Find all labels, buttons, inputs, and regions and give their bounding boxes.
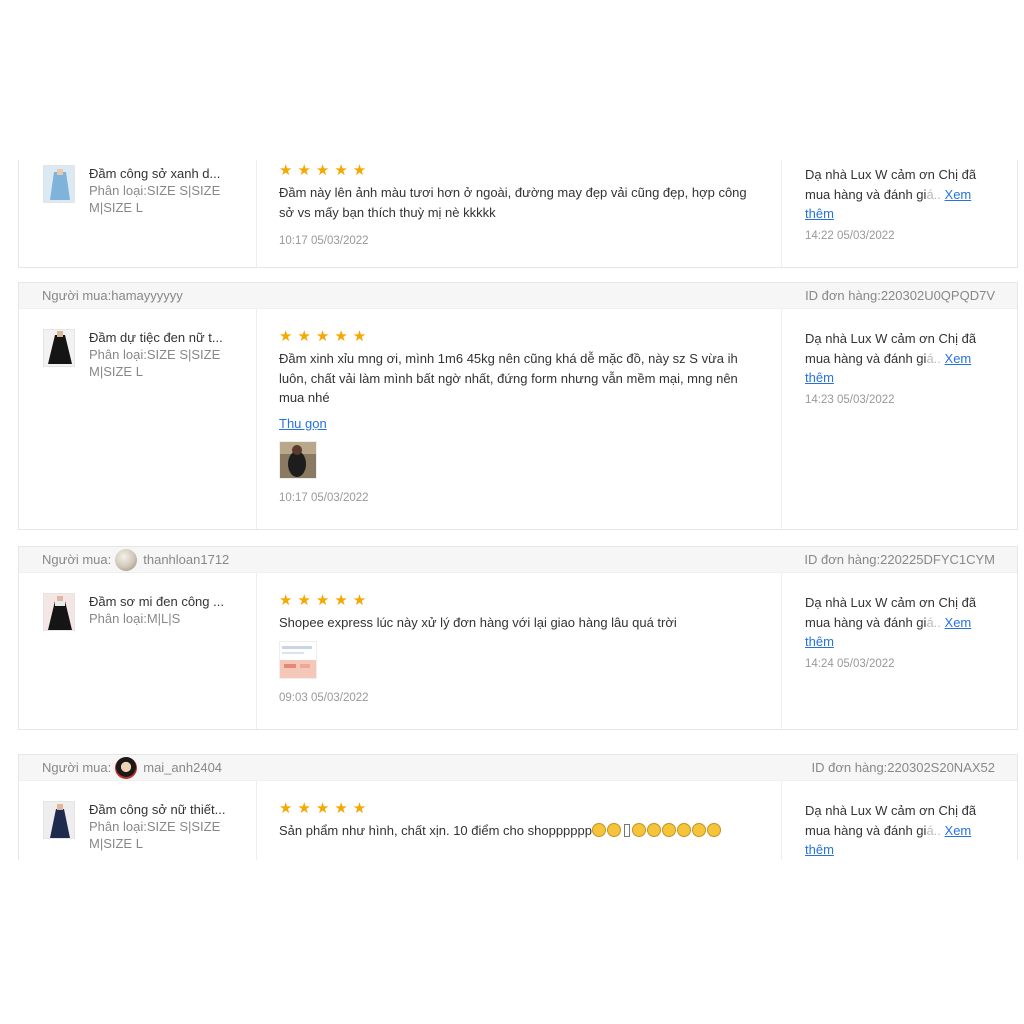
- buyer-label: Người mua:: [42, 760, 112, 775]
- reply-cell: Dạ nhà Lux W cảm ơn Chị đã mua hàng và đ…: [782, 160, 1017, 267]
- reply-cell: Dạ nhà Lux W cảm ơn Chị đã mua hàng và đ…: [782, 573, 1017, 729]
- product-name[interactable]: Đầm sơ mi đen công ...: [89, 593, 232, 610]
- product-thumbnail[interactable]: [43, 801, 75, 839]
- order-label: ID đơn hàng:: [805, 288, 881, 303]
- rating-stars: ★★★★★: [279, 800, 372, 817]
- reply-fade: á..: [926, 822, 941, 838]
- product-info: Đầm công sở nữ thiết... Phân loại:SIZE S…: [89, 801, 232, 852]
- emoji-icon: [691, 823, 706, 837]
- product-thumbnail[interactable]: [43, 329, 75, 367]
- emoji-icon: [646, 823, 661, 837]
- order-id-value[interactable]: 220225DFYC1CYM: [880, 552, 995, 567]
- review-text: Shopee express lúc này xử lý đơn hàng vớ…: [279, 615, 677, 630]
- rating-stars: ★★★★★: [279, 592, 372, 609]
- order-id: ID đơn hàng:220302S20NAX52: [812, 760, 995, 775]
- review-text-body: Sản phẩm như hình, chất xịn. 10 điểm cho…: [279, 823, 592, 838]
- product-variant: Phân loại:SIZE S|SIZE M|SIZE L: [89, 819, 221, 851]
- reply-time: 14:22 05/03/2022: [805, 229, 895, 242]
- buyer-name[interactable]: hamayyyyyy: [111, 288, 183, 303]
- review-cell: ★★★★★ Đầm xinh xỉu mng ơi, mình 1m6 45kg…: [257, 309, 782, 529]
- reply-text: Dạ nhà Lux W cảm ơn Chị đã mua hàng và đ…: [805, 593, 995, 652]
- product-name[interactable]: Đầm dự tiệc đen nữ t...: [89, 329, 232, 346]
- order-id: ID đơn hàng:220225DFYC1CYM: [804, 552, 995, 567]
- review-card: Người mua: thanhloan1712 ID đơn hàng:220…: [18, 546, 1018, 730]
- order-id: ID đơn hàng:220302U0QPQD7V: [805, 288, 995, 303]
- buyer-label: Người mua:: [42, 288, 112, 303]
- product-cell: Đầm công sở xanh d... Phân loại:SIZE S|S…: [19, 160, 257, 267]
- review-card: Người mua: hamayyyyyy ID đơn hàng:220302U…: [18, 282, 1018, 530]
- product-thumbnail[interactable]: [43, 165, 75, 203]
- review-body: Đầm sơ mi đen công ... Phân loại:M|L|S ★…: [19, 573, 1017, 729]
- product-name[interactable]: Đầm công sở nữ thiết...: [89, 801, 232, 818]
- product-thumbnail[interactable]: [43, 593, 75, 631]
- reply-text: Dạ nhà Lux W cảm ơn Chị đã mua hàng và đ…: [805, 801, 995, 860]
- reply-fade: á..: [926, 614, 941, 630]
- missing-glyph-icon: [623, 824, 630, 837]
- emoji-icon: [631, 823, 646, 837]
- review-header: Người mua: hamayyyyyy ID đơn hàng:220302U…: [19, 283, 1017, 309]
- product-info: Đầm công sở xanh d... Phân loại:SIZE S|S…: [89, 165, 232, 216]
- emoji-icon: [661, 823, 676, 837]
- review-cell: ★★★★★ Sản phẩm như hình, chất xịn. 10 đi…: [257, 781, 782, 860]
- buyer-avatar[interactable]: [115, 548, 138, 571]
- reply-time: 14:24 05/03/2022: [805, 657, 895, 670]
- order-label: ID đơn hàng:: [804, 552, 881, 567]
- review-text: Đầm này lên ảnh màu tươi hơn ở ngoài, đư…: [279, 185, 747, 220]
- reply-time: 14:23 05/03/2022: [805, 393, 895, 406]
- buyer: Người mua: mai_anh2404: [42, 756, 222, 779]
- product-variant: Phân loại:M|L|S: [89, 611, 181, 626]
- review-time: 09:03 05/03/2022: [279, 691, 369, 704]
- emoji-icon: [676, 823, 691, 837]
- collapse-link[interactable]: Thu gọn: [279, 416, 327, 432]
- reply-cell: Dạ nhà Lux W cảm ơn Chị đã mua hàng và đ…: [782, 781, 1017, 860]
- product-cell: Đầm sơ mi đen công ... Phân loại:M|L|S: [19, 573, 257, 729]
- review-header: Người mua: thanhloan1712 ID đơn hàng:220…: [19, 547, 1017, 573]
- buyer-label: Người mua:: [42, 552, 112, 567]
- review-text: Đầm xinh xỉu mng ơi, mình 1m6 45kg nên c…: [279, 351, 738, 405]
- product-cell: Đầm công sở nữ thiết... Phân loại:SIZE S…: [19, 781, 257, 860]
- emoji-icon: [606, 823, 621, 837]
- order-label: ID đơn hàng:: [811, 760, 888, 775]
- product-variant: Phân loại:SIZE S|SIZE M|SIZE L: [89, 347, 221, 379]
- review-time: 10:17 05/03/2022: [279, 491, 369, 504]
- review-cell: ★★★★★ Đầm này lên ảnh màu tươi hơn ở ngo…: [257, 160, 782, 267]
- product-variant: Phân loại:SIZE S|SIZE M|SIZE L: [89, 183, 221, 215]
- product-info: Đầm sơ mi đen công ... Phân loại:M|L|S: [89, 593, 232, 627]
- review-photo[interactable]: [279, 440, 317, 479]
- reply-fade: á..: [926, 186, 941, 202]
- buyer: Người mua: thanhloan1712: [42, 548, 229, 571]
- buyer-name[interactable]: mai_anh2404: [143, 760, 222, 775]
- product-info: Đầm dự tiệc đen nữ t... Phân loại:SIZE S…: [89, 329, 232, 380]
- reply-cell: Dạ nhà Lux W cảm ơn Chị đã mua hàng và đ…: [782, 309, 1017, 529]
- reply-text: Dạ nhà Lux W cảm ơn Chị đã mua hàng và đ…: [805, 165, 995, 224]
- rating-stars: ★★★★★: [279, 328, 372, 345]
- product-cell: Đầm dự tiệc đen nữ t... Phân loại:SIZE S…: [19, 309, 257, 529]
- reviews-viewport[interactable]: Đầm công sở xanh d... Phân loại:SIZE S|S…: [0, 160, 1024, 860]
- review-cell: ★★★★★ Shopee express lúc này xử lý đơn h…: [257, 573, 782, 729]
- review-card: Đầm công sở xanh d... Phân loại:SIZE S|S…: [18, 160, 1018, 268]
- buyer-name[interactable]: thanhloan1712: [143, 552, 229, 567]
- order-id-value[interactable]: 220302U0QPQD7V: [881, 288, 995, 303]
- review-card: Người mua: mai_anh2404 ID đơn hàng:22030…: [18, 754, 1018, 860]
- rating-stars: ★★★★★: [279, 162, 372, 179]
- product-name[interactable]: Đầm công sở xanh d...: [89, 165, 232, 182]
- review-body: Đầm công sở nữ thiết... Phân loại:SIZE S…: [19, 781, 1017, 860]
- review-photo[interactable]: [279, 640, 317, 679]
- emoji-icon: [591, 823, 606, 837]
- reply-fade: á..: [926, 350, 941, 366]
- reply-text: Dạ nhà Lux W cảm ơn Chị đã mua hàng và đ…: [805, 329, 995, 388]
- review-header: Người mua: mai_anh2404 ID đơn hàng:22030…: [19, 755, 1017, 781]
- buyer-avatar[interactable]: [115, 756, 138, 779]
- review-text: Sản phẩm như hình, chất xịn. 10 điểm cho…: [279, 821, 759, 841]
- review-body: Đầm công sở xanh d... Phân loại:SIZE S|S…: [19, 160, 1017, 267]
- review-body: Đầm dự tiệc đen nữ t... Phân loại:SIZE S…: [19, 309, 1017, 529]
- buyer: Người mua: hamayyyyyy: [42, 288, 183, 303]
- emoji-icon: [706, 823, 721, 837]
- review-time: 10:17 05/03/2022: [279, 235, 369, 247]
- order-id-value[interactable]: 220302S20NAX52: [887, 760, 995, 775]
